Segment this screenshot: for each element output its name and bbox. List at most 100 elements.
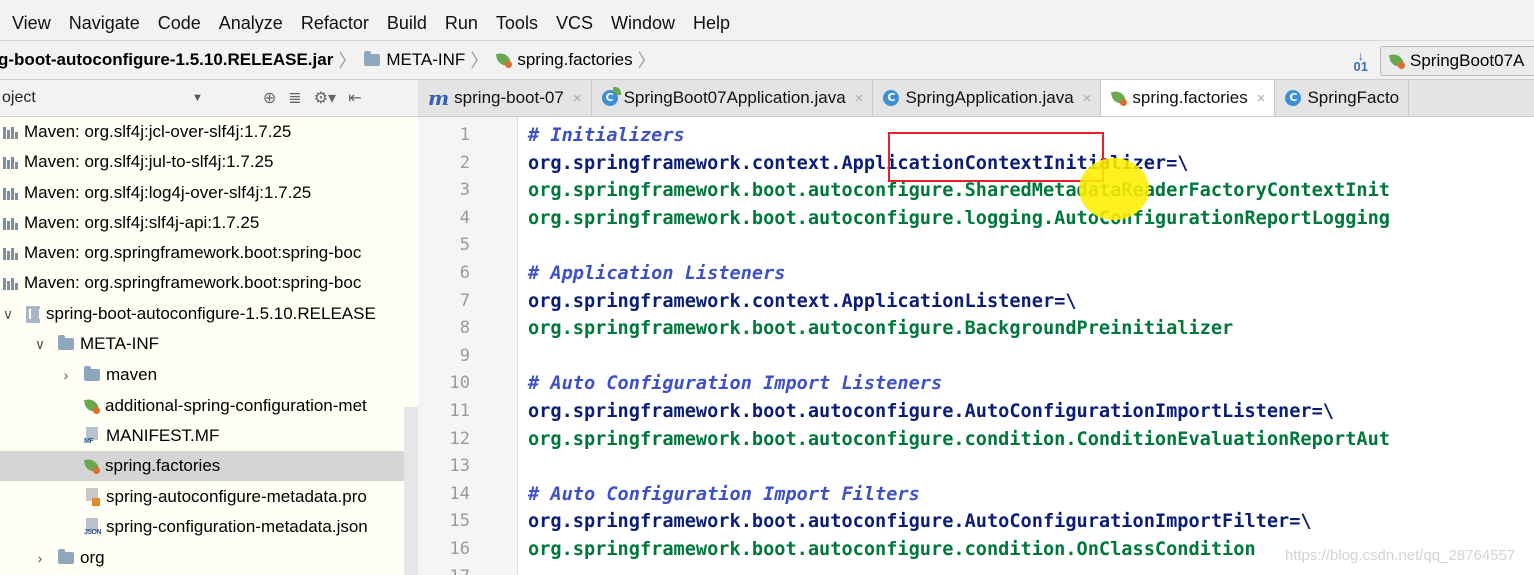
tree-item-manifest-mf[interactable]: MF MANIFEST.MF <box>0 421 418 451</box>
tree-item-maven-org-springframework-boot-spring-boc[interactable]: Maven: org.springframework.boot:spring-b… <box>0 238 418 268</box>
tree-item-org[interactable]: › org <box>0 543 418 573</box>
breadcrumb: g-boot-autoconfigure-1.5.10.RELEASE.jar … <box>0 47 664 73</box>
tree-item-label: Maven: org.springframework.boot:spring-b… <box>24 273 362 292</box>
close-icon[interactable]: × <box>573 90 582 107</box>
chevron-right-icon[interactable]: › <box>32 550 48 566</box>
tab-label: spring-boot-07 <box>454 88 564 107</box>
tab-springboot07application-java[interactable]: C SpringBoot07Application.java × <box>592 80 874 116</box>
line-number: 15 <box>449 511 470 532</box>
tree-item-maven-org-slf4j-jcl-over-slf4j-1-7-25[interactable]: Maven: org.slf4j:jcl-over-slf4j:1.7.25 <box>0 117 418 147</box>
tree-item-maven-org-slf4j-jul-to-slf4j-1-7-25[interactable]: Maven: org.slf4j:jul-to-slf4j:1.7.25 <box>0 147 418 177</box>
tree-item-label: Maven: org.slf4j:log4j-over-slf4j:1.7.25 <box>24 183 312 202</box>
menu-vcs[interactable]: VCS <box>556 13 593 34</box>
menu-refactor[interactable]: Refactor <box>301 13 369 34</box>
tree-item-maven-org-slf4j-slf4j-api-1-7-25[interactable]: Maven: org.slf4j:slf4j-api:1.7.25 <box>0 208 418 238</box>
tree-item-maven-org-slf4j-log4j-over-slf4j-1-7-25[interactable]: Maven: org.slf4j:log4j-over-slf4j:1.7.25 <box>0 178 418 208</box>
tab-springfacto[interactable]: C SpringFacto <box>1275 80 1410 116</box>
breadcrumb-file[interactable]: spring.factories <box>517 50 632 70</box>
tab-springapplication-java[interactable]: C SpringApplication.java × <box>873 80 1102 116</box>
tree-item-label: spring.factories <box>105 456 221 475</box>
tree-item-label: META-INF <box>80 334 160 353</box>
breadcrumb-separator: 〉 <box>637 51 656 71</box>
tree-item-spring-configuration-metadata-json[interactable]: JSON spring-configuration-metadata.json <box>0 512 418 542</box>
menu-analyze[interactable]: Analyze <box>219 13 283 34</box>
line-number: 3 <box>459 180 470 201</box>
chevron-down-icon[interactable]: ∨ <box>0 306 16 323</box>
tree-item-additional-spring-configuration-met[interactable]: additional-spring-configuration-met <box>0 391 418 421</box>
tab-label: SpringBoot07Application.java <box>623 88 846 107</box>
hide-panel-icon[interactable]: ⇤ <box>348 88 361 108</box>
code-line-key: org.springframework.boot.autoconfigure.A… <box>528 401 1334 422</box>
menu-tools[interactable]: Tools <box>496 13 538 34</box>
tab-spring-factories[interactable]: spring.factories × <box>1101 80 1276 116</box>
library-icon <box>2 125 19 139</box>
folder-icon <box>364 51 381 66</box>
tab-spring-boot-07[interactable]: m spring-boot-07 × <box>418 80 592 116</box>
library-icon <box>2 246 19 260</box>
line-number: 14 <box>449 483 470 504</box>
close-icon[interactable]: × <box>1083 90 1092 107</box>
properties-file-icon <box>84 488 100 506</box>
code-editor[interactable]: # Initializers org.springframework.contex… <box>519 117 1534 575</box>
line-number: 7 <box>459 290 470 311</box>
menu-help[interactable]: Help <box>693 13 730 34</box>
sort-icon[interactable]: ↓ 01 <box>1354 49 1368 73</box>
class-icon: C <box>883 90 900 106</box>
manifest-file-icon: MF <box>84 427 100 445</box>
chevron-down-icon[interactable]: ∨ <box>32 336 48 353</box>
run-configuration-selector[interactable]: SpringBoot07A <box>1380 46 1534 76</box>
library-icon <box>2 216 19 230</box>
chevron-down-icon[interactable]: ▼ <box>192 92 203 104</box>
breadcrumb-folder[interactable]: META-INF <box>386 50 465 70</box>
tree-item-spring-factories[interactable]: spring.factories <box>0 451 404 481</box>
tree-item-label: Maven: org.slf4j:slf4j-api:1.7.25 <box>24 213 260 232</box>
code-line-value: org.springframework.boot.autoconfigure.c… <box>528 539 1256 560</box>
tree-item-maven-org-springframework-boot-spring-boc[interactable]: Maven: org.springframework.boot:spring-b… <box>0 268 418 298</box>
menu-navigate[interactable]: Navigate <box>69 13 140 34</box>
tree-item-spring-autoconfigure-metadata-pro[interactable]: spring-autoconfigure-metadata.pro <box>0 482 418 512</box>
library-icon <box>2 276 19 290</box>
menu-code[interactable]: Code <box>158 13 201 34</box>
tree-item-label: spring-boot-autoconfigure-1.5.10.RELEASE <box>46 304 376 323</box>
toolbar-right: ↓ 01 SpringBoot07A <box>1354 45 1534 77</box>
code-line-comment: # Auto Configuration Import Listeners <box>528 373 943 395</box>
tree-item-label: maven <box>106 365 158 384</box>
line-number: 6 <box>459 263 470 283</box>
line-number: 12 <box>449 428 470 449</box>
menu-window[interactable]: Window <box>611 13 675 34</box>
library-icon <box>2 155 19 169</box>
gear-icon[interactable]: ⚙▾ <box>314 88 336 108</box>
spring-leaf-icon <box>1111 90 1128 106</box>
chevron-right-icon[interactable]: › <box>58 367 74 383</box>
breadcrumb-jar[interactable]: g-boot-autoconfigure-1.5.10.RELEASE.jar <box>0 50 333 70</box>
line-number: 2 <box>459 152 470 173</box>
menu-run[interactable]: Run <box>445 13 478 34</box>
breadcrumb-separator: 〉 <box>470 51 489 71</box>
line-number: 1 <box>459 125 470 145</box>
line-number-gutter: 1234567891011121314151617 <box>418 117 518 575</box>
locate-target-icon[interactable]: ⊕ <box>263 88 276 108</box>
line-number: 13 <box>449 456 470 477</box>
code-line-comment: # Auto Configuration Import Filters <box>528 483 920 505</box>
tab-label: SpringApplication.java <box>905 88 1074 107</box>
jar-icon <box>26 305 41 323</box>
collapse-all-icon[interactable]: ≣ <box>288 88 301 108</box>
menu-view[interactable]: View <box>12 13 51 34</box>
code-line-key: org.springframework.boot.autoconfigure.A… <box>528 511 1312 533</box>
code-line-comment: # Initializers <box>528 125 685 146</box>
close-icon[interactable]: × <box>1257 90 1266 107</box>
menu-bar: View Navigate Code Analyze Refactor Build Run T… <box>0 6 1534 40</box>
close-icon[interactable]: × <box>855 90 864 107</box>
project-view-selector[interactable]: oject <box>2 89 192 107</box>
menu-build[interactable]: Build <box>387 13 427 34</box>
tree-item-maven[interactable]: › maven <box>0 360 418 390</box>
tree-item-label: additional-spring-configuration-met <box>105 396 367 415</box>
tree-item-label: Maven: org.springframework.boot:spring-b… <box>24 243 362 262</box>
tree-item-label: Maven: org.slf4j:jcl-over-slf4j:1.7.25 <box>24 122 292 141</box>
line-number: 8 <box>459 318 470 339</box>
code-line-value: org.springframework.boot.autoconfigure.c… <box>528 428 1390 450</box>
tree-item-meta-inf[interactable]: ∨ META-INF <box>0 329 418 359</box>
tree-item-label: org <box>80 548 105 567</box>
editor-tabs: m spring-boot-07 × C SpringBoot07Application… <box>418 80 1534 117</box>
tree-item-spring-boot-autoconfigure-1-5-10-release[interactable]: ∨ spring-boot-autoconfigure-1.5.10.RELEAS… <box>0 299 418 329</box>
